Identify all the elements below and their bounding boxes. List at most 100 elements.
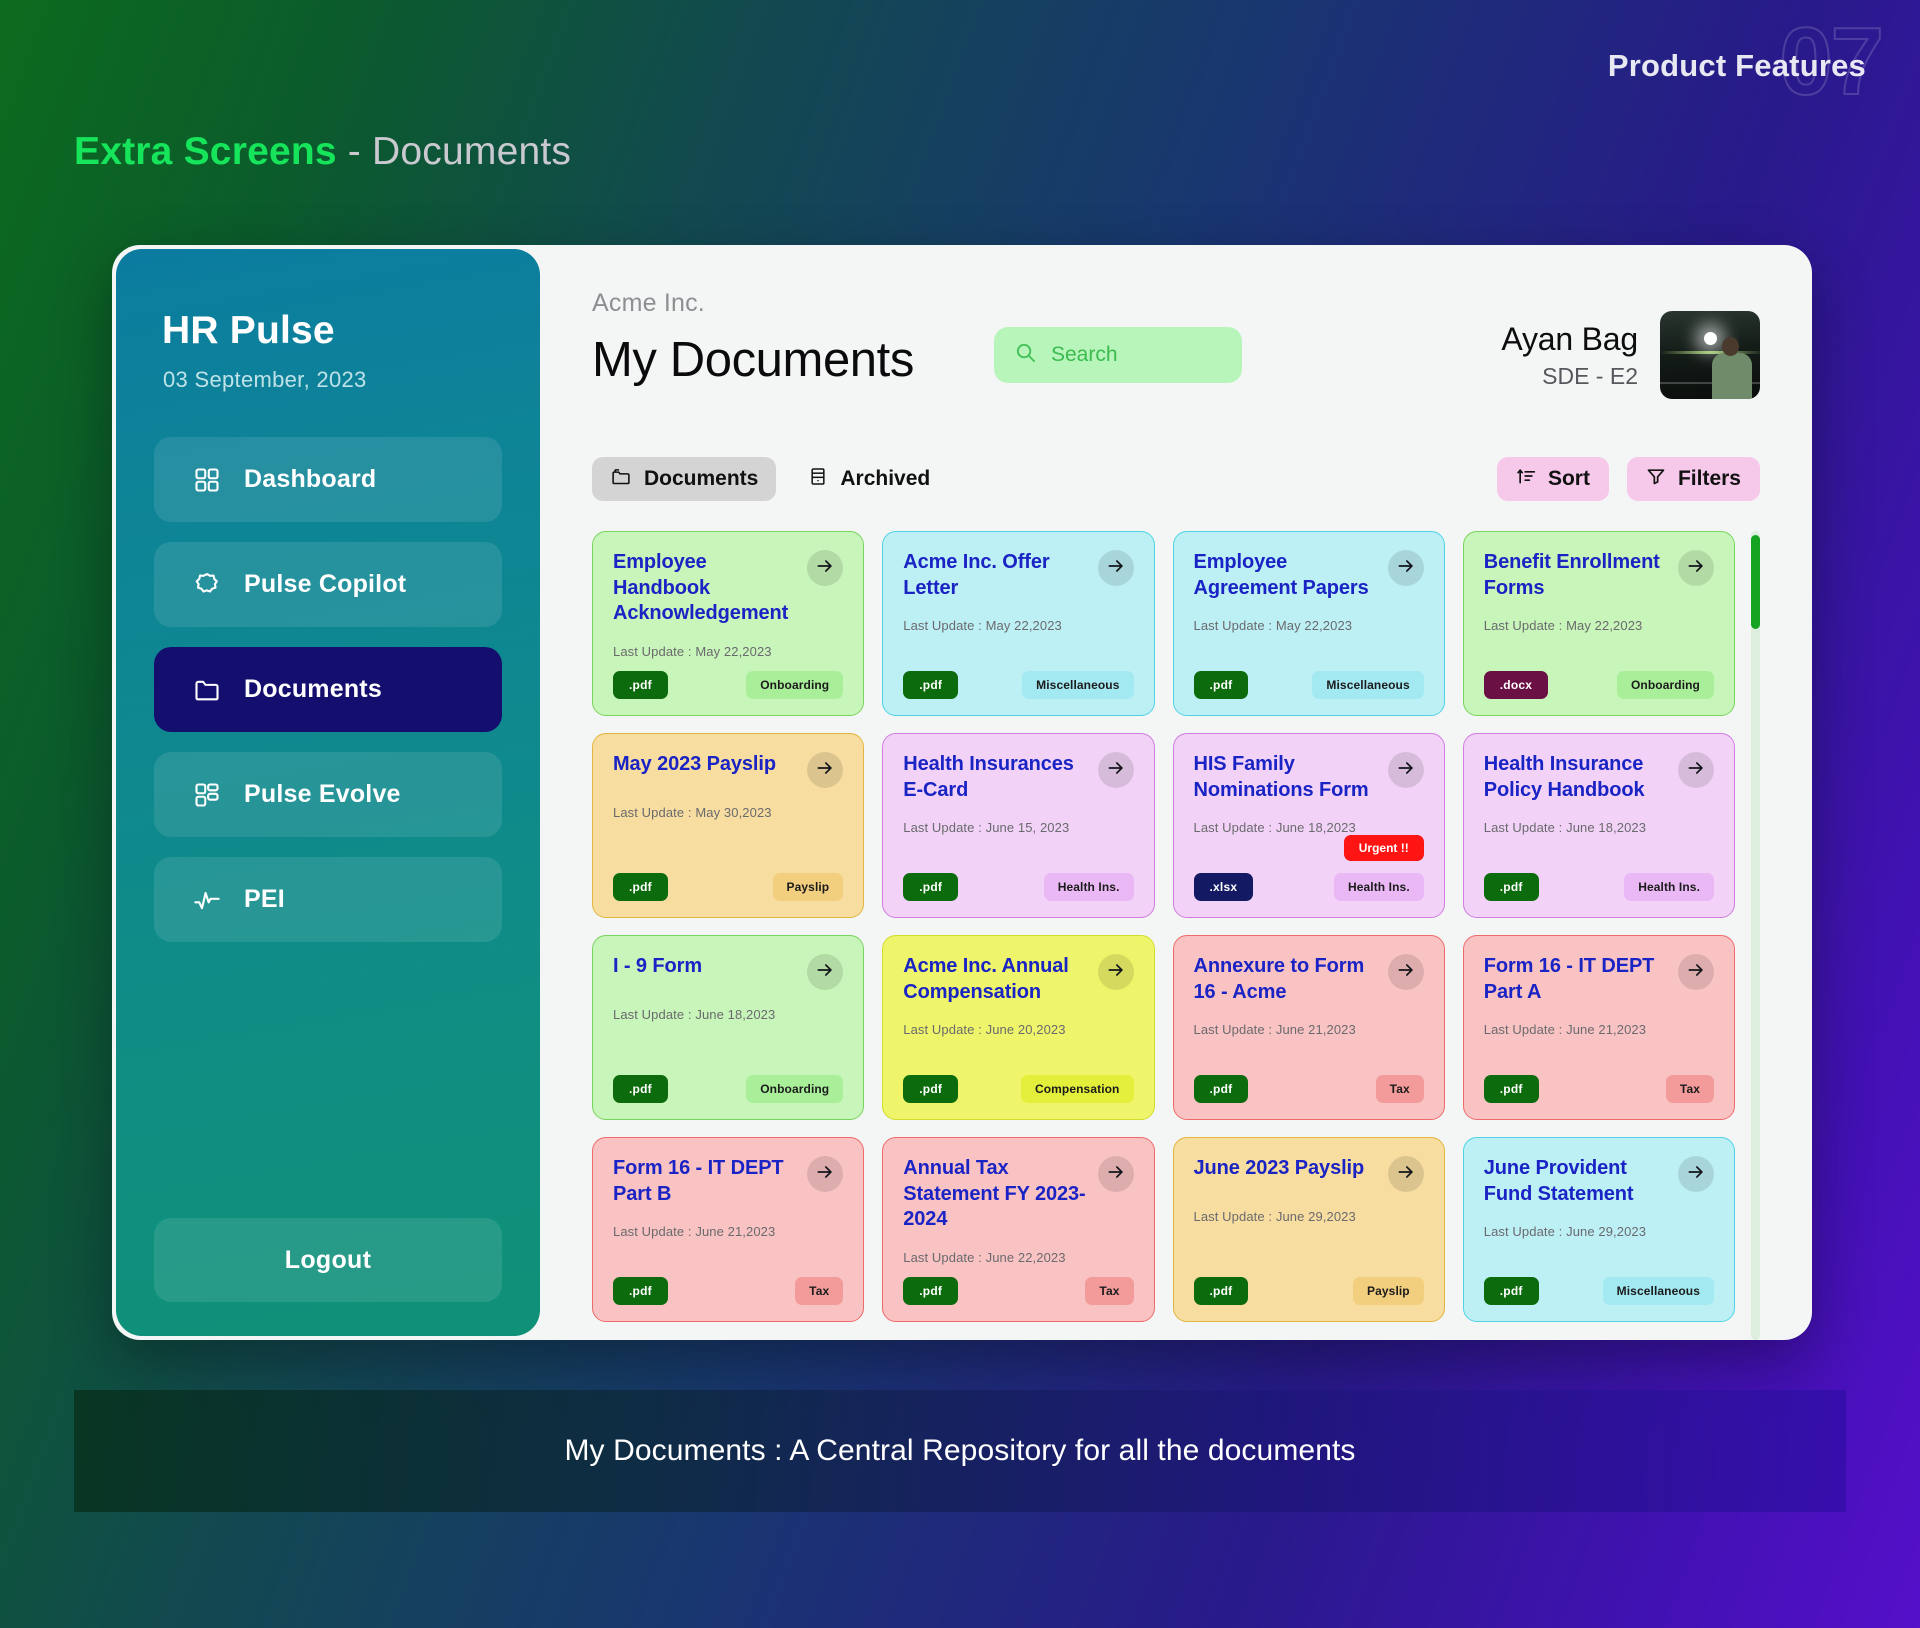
- org-name: Acme Inc.: [592, 289, 914, 318]
- sidebar-item-label: Pulse Copilot: [244, 570, 406, 599]
- file-type-badge: .pdf: [613, 671, 668, 699]
- sidebar-item-label: Dashboard: [244, 465, 376, 494]
- card-footer: .pdf Tax: [1484, 1075, 1714, 1103]
- open-document-button[interactable]: [1678, 550, 1714, 586]
- open-document-button[interactable]: [1388, 1156, 1424, 1192]
- open-document-button[interactable]: [807, 550, 843, 586]
- open-document-button[interactable]: [1678, 1156, 1714, 1192]
- logout-button[interactable]: Logout: [154, 1218, 502, 1302]
- arrow-right-icon: [1686, 960, 1706, 985]
- avatar-body: [1712, 353, 1752, 399]
- slide-title-accent: Extra Screens: [74, 130, 337, 173]
- open-document-button[interactable]: [807, 752, 843, 788]
- open-document-button[interactable]: [1388, 550, 1424, 586]
- category-badge: Tax: [1085, 1277, 1133, 1305]
- app-window: HR Pulse 03 September, 2023 Dashboard Pul…: [112, 245, 1812, 1340]
- card-footer: .pdfMiscellaneous: [1484, 1277, 1714, 1305]
- document-card[interactable]: Acme Inc. Annual CompensationLast Update…: [882, 935, 1154, 1120]
- card-footer: .pdfMiscellaneous: [903, 671, 1133, 699]
- open-document-button[interactable]: [1098, 550, 1134, 586]
- open-document-button[interactable]: [1678, 954, 1714, 990]
- search-box[interactable]: [994, 327, 1242, 383]
- sidebar: HR Pulse 03 September, 2023 Dashboard Pul…: [116, 249, 540, 1336]
- card-footer: .pdfTax: [613, 1277, 843, 1305]
- file-type-badge: .pdf: [903, 1277, 958, 1305]
- document-last-update: Last Update : June 15, 2023: [903, 820, 1133, 835]
- arrow-right-icon: [1686, 758, 1706, 783]
- card-header: Employee Handbook Acknowledgement: [613, 550, 843, 627]
- document-title: May 2023 Payslip: [613, 752, 797, 778]
- filters-label: Filters: [1678, 467, 1741, 491]
- sidebar-item-documents[interactable]: Documents: [154, 647, 502, 732]
- document-card[interactable]: Annual Tax Statement FY 2023-2024Last Up…: [882, 1137, 1154, 1322]
- layout-icon: [192, 780, 222, 810]
- category-badge: Health Ins.: [1334, 873, 1424, 901]
- open-document-button[interactable]: [1098, 1156, 1134, 1192]
- user-profile[interactable]: Ayan Bag SDE - E2: [1501, 311, 1760, 399]
- brand-date: 03 September, 2023: [163, 367, 502, 393]
- sidebar-item-pulse-copilot[interactable]: Pulse Copilot: [154, 542, 502, 627]
- card-footer: .pdfOnboarding: [613, 671, 843, 699]
- folder-icon: [192, 675, 222, 705]
- open-document-button[interactable]: [1388, 954, 1424, 990]
- document-card[interactable]: Benefit Enrollment FormsLast Update : Ma…: [1463, 531, 1735, 716]
- open-document-button[interactable]: [807, 1156, 843, 1192]
- sidebar-item-label: Documents: [244, 675, 382, 704]
- scrollbar-thumb[interactable]: [1751, 535, 1760, 629]
- document-card[interactable]: Form 16 - IT DEPT Part ALast Update : Ju…: [1463, 935, 1735, 1120]
- tab-folder-icon: [610, 466, 632, 493]
- document-card[interactable]: June Provident Fund StatementLast Update…: [1463, 1137, 1735, 1322]
- category-badge: Tax: [1666, 1075, 1714, 1103]
- tab-documents[interactable]: Documents: [592, 457, 776, 501]
- document-last-update: Last Update : June 18,2023: [1194, 820, 1424, 835]
- document-card[interactable]: Form 16 - IT DEPT Part BLast Update : Ju…: [592, 1137, 864, 1322]
- avatar[interactable]: [1660, 311, 1760, 399]
- sidebar-item-dashboard[interactable]: Dashboard: [154, 437, 502, 522]
- document-title: June Provident Fund Statement: [1484, 1156, 1668, 1207]
- document-last-update: Last Update : May 22,2023: [903, 618, 1133, 633]
- card-header: Annual Tax Statement FY 2023-2024: [903, 1156, 1133, 1233]
- sidebar-item-pei[interactable]: PEI: [154, 857, 502, 942]
- document-card[interactable]: Employee Handbook AcknowledgementLast Up…: [592, 531, 864, 716]
- open-document-button[interactable]: [1098, 954, 1134, 990]
- open-document-button[interactable]: [1678, 752, 1714, 788]
- card-footer: .pdfMiscellaneous: [1194, 671, 1424, 699]
- sort-button[interactable]: Sort: [1497, 457, 1609, 501]
- card-footer: .pdfPayslip: [1194, 1277, 1424, 1305]
- archive-icon: [808, 466, 828, 493]
- tab-archived[interactable]: Archived: [790, 457, 948, 501]
- sidebar-item-label: PEI: [244, 885, 285, 914]
- topbar: Acme Inc. My Documents Ayan Bag SDE - E2: [592, 289, 1760, 399]
- filters-button[interactable]: Filters: [1627, 457, 1760, 501]
- document-title: Benefit Enrollment Forms: [1484, 550, 1668, 601]
- open-document-button[interactable]: [1388, 752, 1424, 788]
- arrow-right-icon: [1106, 1162, 1126, 1187]
- toolbar: Documents Archived Sort: [592, 457, 1760, 501]
- arrow-right-icon: [1396, 758, 1416, 783]
- sidebar-item-label: Pulse Evolve: [244, 780, 401, 809]
- document-card[interactable]: I - 9 FormLast Update : June 18,2023.pdf…: [592, 935, 864, 1120]
- file-type-badge: .pdf: [1484, 1075, 1539, 1103]
- card-header: HIS Family Nominations Form: [1194, 752, 1424, 803]
- documents-scrollbar[interactable]: [1751, 531, 1760, 1340]
- document-card[interactable]: Employee Agreement PapersLast Update : M…: [1173, 531, 1445, 716]
- document-card[interactable]: Health Insurance Policy HandbookLast Upd…: [1463, 733, 1735, 918]
- document-card[interactable]: June 2023 PayslipLast Update : June 29,2…: [1173, 1137, 1445, 1322]
- toolbar-actions: Sort Filters: [1497, 457, 1760, 501]
- open-document-button[interactable]: [1098, 752, 1134, 788]
- search-input[interactable]: [1051, 343, 1222, 367]
- document-card[interactable]: May 2023 PayslipLast Update : May 30,202…: [592, 733, 864, 918]
- document-card[interactable]: Acme Inc. Offer LetterLast Update : May …: [882, 531, 1154, 716]
- document-card[interactable]: HIS Family Nominations Form Last Update :…: [1173, 733, 1445, 918]
- arrow-right-icon: [1106, 960, 1126, 985]
- arrow-right-icon: [1106, 556, 1126, 581]
- sidebar-item-pulse-evolve[interactable]: Pulse Evolve: [154, 752, 502, 837]
- sort-icon: [1516, 466, 1536, 492]
- document-card[interactable]: Health Insurances E-CardLast Update : Ju…: [882, 733, 1154, 918]
- document-card[interactable]: Annexure to Form 16 - AcmeLast Update : …: [1173, 935, 1445, 1120]
- category-badge: Miscellaneous: [1312, 671, 1423, 699]
- arrow-right-icon: [815, 1162, 835, 1187]
- filter-icon: [1646, 466, 1666, 492]
- open-document-button[interactable]: [807, 954, 843, 990]
- brand-title: HR Pulse: [162, 309, 502, 353]
